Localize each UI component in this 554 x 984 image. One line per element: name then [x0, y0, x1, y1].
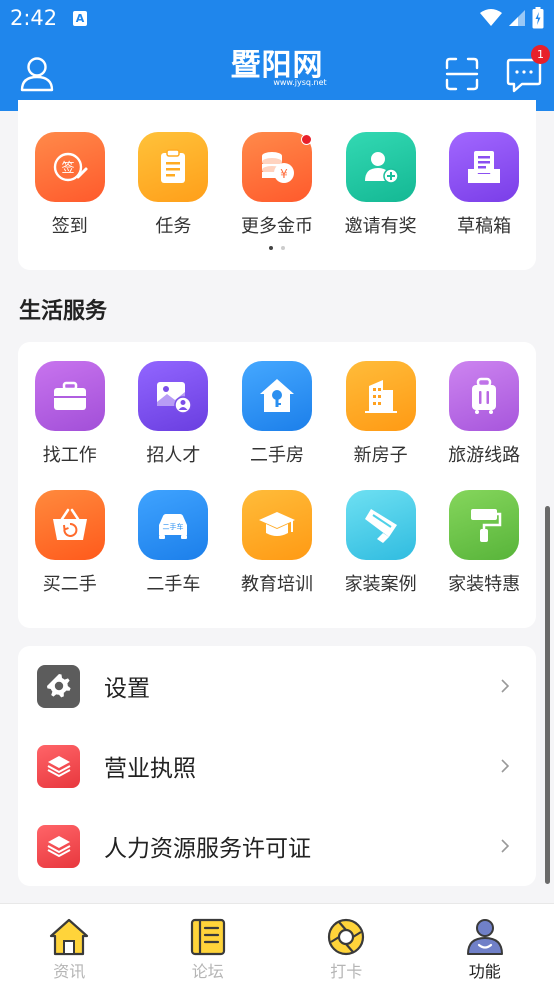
bottom-nav: 资讯 论坛 打卡 功能	[0, 903, 554, 984]
settings-row-label: 人力资源服务许可证	[104, 836, 311, 862]
service-label: 新房子	[353, 445, 408, 466]
nav-tab-label: 功能	[468, 962, 501, 981]
page-dot	[281, 246, 285, 250]
svg-text:¥: ¥	[280, 167, 288, 181]
nav-tab-checkin[interactable]: 打卡	[277, 904, 416, 984]
life-services-row-1: 找工作 招人才 二手房 新房子 旅游线路	[18, 361, 536, 467]
gear-icon	[37, 664, 80, 708]
settings-card: 设置 营业执照 人力资源服务许可证	[18, 646, 536, 886]
chevron-right-icon	[501, 839, 510, 853]
service-buy-second-hand[interactable]: 买二手	[18, 490, 122, 596]
status-bar: 2:42 A	[0, 0, 554, 38]
chevron-right-icon	[501, 679, 510, 693]
service-decor-deals[interactable]: 家装特惠	[432, 490, 536, 596]
service-second-house[interactable]: 二手房	[225, 361, 329, 467]
recruit-icon	[138, 361, 209, 431]
chevron-right-icon	[501, 759, 510, 773]
quick-action-coins[interactable]: ¥ 更多金币	[225, 132, 329, 238]
quick-action-label: 更多金币	[240, 216, 313, 237]
service-label: 家装特惠	[448, 574, 521, 595]
settings-row-hr-license[interactable]: 人力资源服务许可证	[18, 806, 536, 886]
quick-actions-row: 签 签到 任务 ¥ 更多金币 邀请有奖 草稿箱	[18, 132, 536, 238]
service-label: 二手车	[146, 574, 201, 595]
service-label: 家装案例	[344, 574, 417, 595]
luggage-icon	[449, 361, 520, 431]
quick-action-tasks[interactable]: 任务	[122, 132, 226, 238]
invite-user-icon	[345, 132, 416, 202]
service-label: 招人才	[146, 445, 201, 466]
quick-action-drafts[interactable]: 草稿箱	[432, 132, 536, 238]
profile-icon	[466, 919, 503, 955]
system-icons	[480, 7, 544, 29]
service-travel[interactable]: 旅游线路	[432, 361, 536, 467]
quick-action-sign-in[interactable]: 签 签到	[18, 132, 122, 238]
page-dot-active	[269, 246, 273, 250]
battery-icon	[532, 7, 544, 29]
building-icon	[345, 361, 416, 431]
service-label: 买二手	[42, 574, 97, 595]
car-icon-text: 二手车	[163, 522, 184, 531]
drafts-icon	[449, 132, 520, 202]
settings-row-label: 营业执照	[104, 756, 196, 782]
notification-a-icon: A	[73, 11, 87, 26]
new-dot	[300, 134, 312, 145]
nav-tab-label: 打卡	[330, 962, 363, 981]
paint-roller-icon	[449, 490, 520, 560]
quick-actions-card: 签 签到 任务 ¥ 更多金币 邀请有奖 草稿箱	[18, 100, 536, 270]
briefcase-icon	[34, 361, 105, 431]
message-icon[interactable]: 1	[506, 45, 550, 93]
house-key-icon	[241, 361, 312, 431]
service-label: 旅游线路	[448, 445, 521, 466]
settings-row-settings[interactable]: 设置	[18, 646, 536, 726]
layers-icon	[37, 744, 80, 788]
brush-icon	[345, 490, 416, 560]
quick-action-label: 签到	[51, 216, 88, 237]
settings-row-business-license[interactable]: 营业执照	[18, 726, 536, 806]
nav-tab-label: 论坛	[191, 962, 224, 981]
service-find-job[interactable]: 找工作	[18, 361, 122, 467]
page-indicator	[18, 246, 536, 250]
scrollbar[interactable]	[545, 506, 550, 884]
nav-tab-news[interactable]: 资讯	[0, 904, 139, 984]
service-decor-cases[interactable]: 家装案例	[329, 490, 433, 596]
service-label: 二手房	[249, 445, 304, 466]
message-badge: 1	[531, 45, 550, 64]
life-services-row-2: 买二手 二手车 二手车 教育培训 家装案例 家装特惠	[18, 490, 536, 596]
signal-icon	[509, 10, 525, 26]
service-recruit[interactable]: 招人才	[122, 361, 226, 467]
quick-action-label: 任务	[155, 216, 192, 237]
layers-icon	[37, 824, 80, 868]
forum-icon	[190, 918, 225, 956]
life-services-card: 找工作 招人才 二手房 新房子 旅游线路 买二手 二手车 二手车 教育培训 家装…	[18, 342, 536, 628]
service-new-house[interactable]: 新房子	[329, 361, 433, 467]
basket-icon	[34, 490, 105, 560]
service-second-car[interactable]: 二手车 二手车	[122, 490, 226, 596]
scan-icon[interactable]	[445, 57, 479, 91]
nav-tab-features[interactable]: 功能	[416, 904, 554, 984]
clipboard-icon	[138, 132, 209, 202]
nav-tab-label: 资讯	[53, 962, 86, 981]
coins-icon: ¥	[241, 132, 312, 202]
quick-action-invite[interactable]: 邀请有奖	[329, 132, 433, 238]
service-education[interactable]: 教育培训	[225, 490, 329, 596]
wifi-icon	[480, 9, 502, 26]
checkin-icon	[328, 918, 365, 956]
home-icon	[50, 918, 89, 956]
quick-action-label: 草稿箱	[457, 216, 512, 237]
settings-row-label: 设置	[104, 676, 150, 702]
section-title-life: 生活服务	[19, 299, 108, 324]
status-time: 2:42	[10, 6, 58, 30]
nav-tab-forum[interactable]: 论坛	[139, 904, 278, 984]
graduation-cap-icon	[241, 490, 312, 560]
quick-action-label: 邀请有奖	[344, 216, 417, 237]
sign-in-icon: 签	[34, 132, 105, 202]
svg-text:签: 签	[61, 160, 74, 176]
service-label: 找工作	[42, 445, 97, 466]
service-label: 教育培训	[240, 574, 313, 595]
car-icon: 二手车	[138, 490, 209, 560]
